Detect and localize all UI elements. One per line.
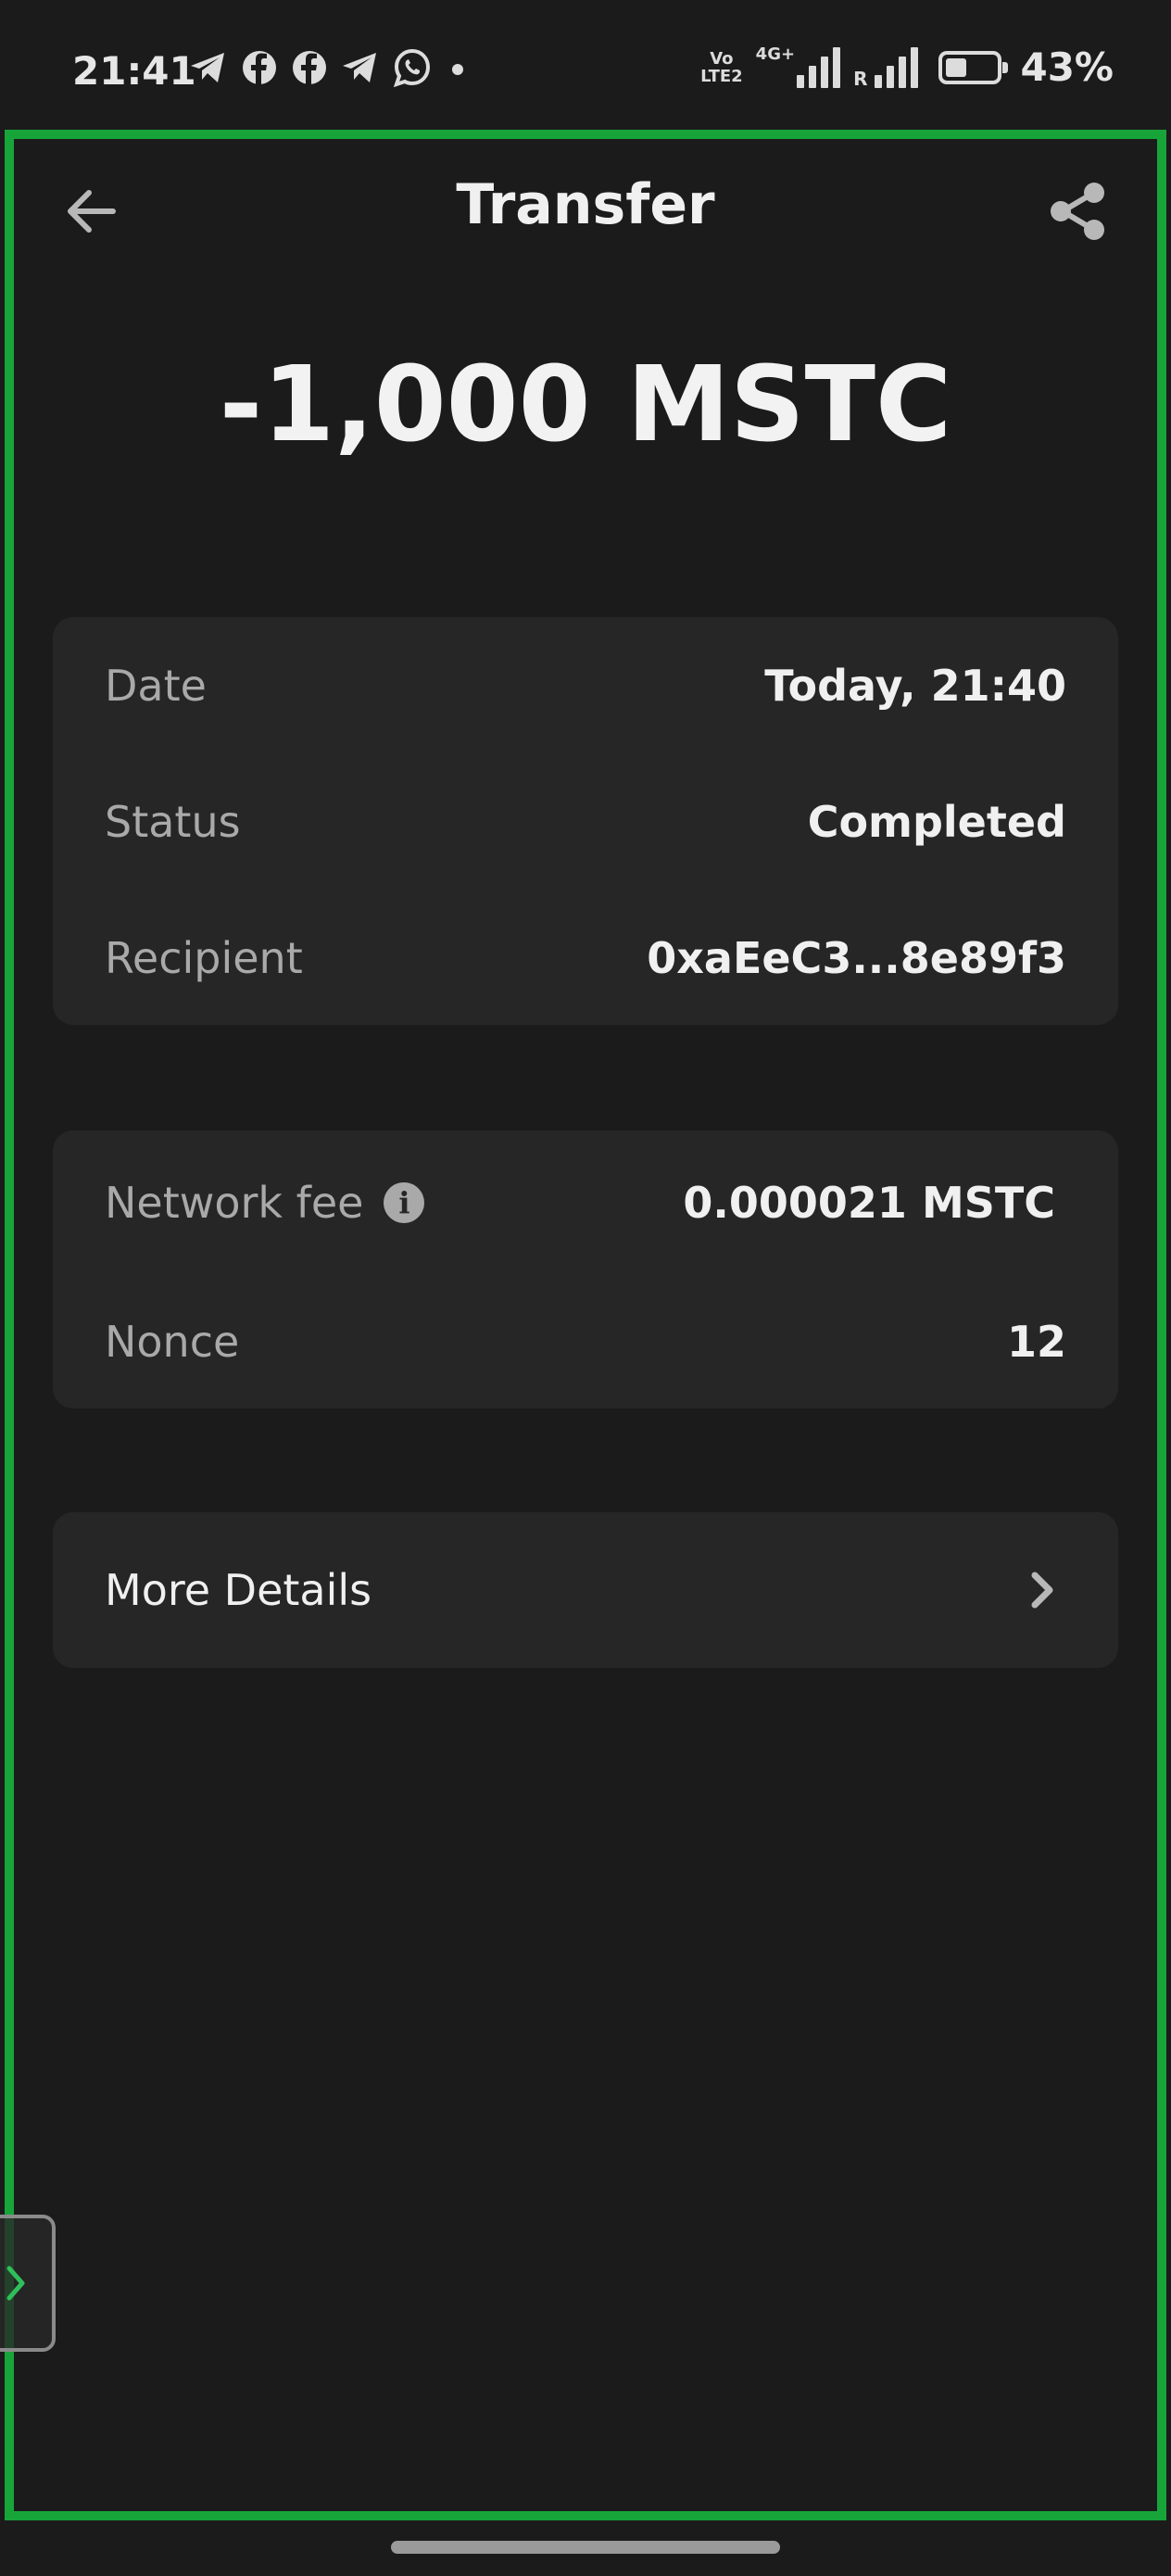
detail-row-status: Status Completed [105,785,1066,859]
share-icon [1051,183,1104,240]
signal-icon [875,46,919,88]
fee-row-network-fee: Network fee i 0.000021 MSTC [105,1166,1066,1240]
signal-icon [797,46,841,88]
notification-icons [189,48,471,87]
network-fee-label: Network fee [105,1178,364,1228]
recipient-address[interactable]: 0xaEeC3...8e89f3 [647,933,1066,983]
nonce-value: 12 [1006,1317,1066,1367]
more-details-row[interactable]: More Details [105,1553,1066,1627]
status-value: Completed [807,797,1066,847]
more-details-button[interactable]: More Details [53,1512,1118,1668]
status-bar: 21:41 Vo LTE2 4G+ R 43% [0,0,1171,130]
telegram-icon [191,53,224,82]
facebook-icon [293,51,326,84]
fee-card: Network fee i 0.000021 MSTC Nonce 12 [53,1130,1118,1408]
side-panel-handle[interactable] [0,2215,56,2352]
telegram-icon [343,53,376,82]
network-type: 4G+ [755,44,796,64]
volte-label: Vo [710,48,734,69]
date-value: Today, 21:40 [764,661,1066,711]
detail-row-date: Date Today, 21:40 [105,649,1066,723]
chevron-right-icon [1031,1572,1053,1609]
system-status-icons: Vo LTE2 4G+ R 43% [700,44,1114,90]
page-title: Transfer [456,172,715,237]
transaction-details-card: Date Today, 21:40 Status Completed Recip… [53,617,1118,1025]
battery-level [946,57,967,77]
network-fee-label-group: Network fee i [105,1178,425,1228]
volte-indicator: Vo LTE2 [700,50,743,85]
battery-icon [938,50,1009,84]
roaming-indicator: R [853,68,868,90]
lte-label: LTE2 [700,66,743,86]
chevron-right-icon [6,2266,25,2301]
detail-row-recipient[interactable]: Recipient 0xaEeC3...8e89f3 [105,921,1066,995]
home-indicator[interactable] [391,2541,780,2554]
dot-icon [452,64,463,75]
date-label: Date [105,661,207,711]
status-time: 21:41 [72,48,196,94]
facebook-icon [243,51,276,84]
nonce-label: Nonce [105,1317,240,1367]
info-icon[interactable]: i [384,1182,425,1223]
whatsapp-icon [393,48,431,87]
battery-percent: 43% [1020,44,1114,90]
recipient-label: Recipient [105,933,303,983]
transfer-amount: -1,000 MSTC [219,345,952,465]
status-label: Status [105,797,241,847]
more-details-label: More Details [105,1565,372,1615]
fee-row-nonce: Nonce 12 [105,1305,1066,1379]
network-fee-value: 0.000021 MSTC [683,1178,1055,1228]
share-button[interactable] [1043,176,1114,246]
